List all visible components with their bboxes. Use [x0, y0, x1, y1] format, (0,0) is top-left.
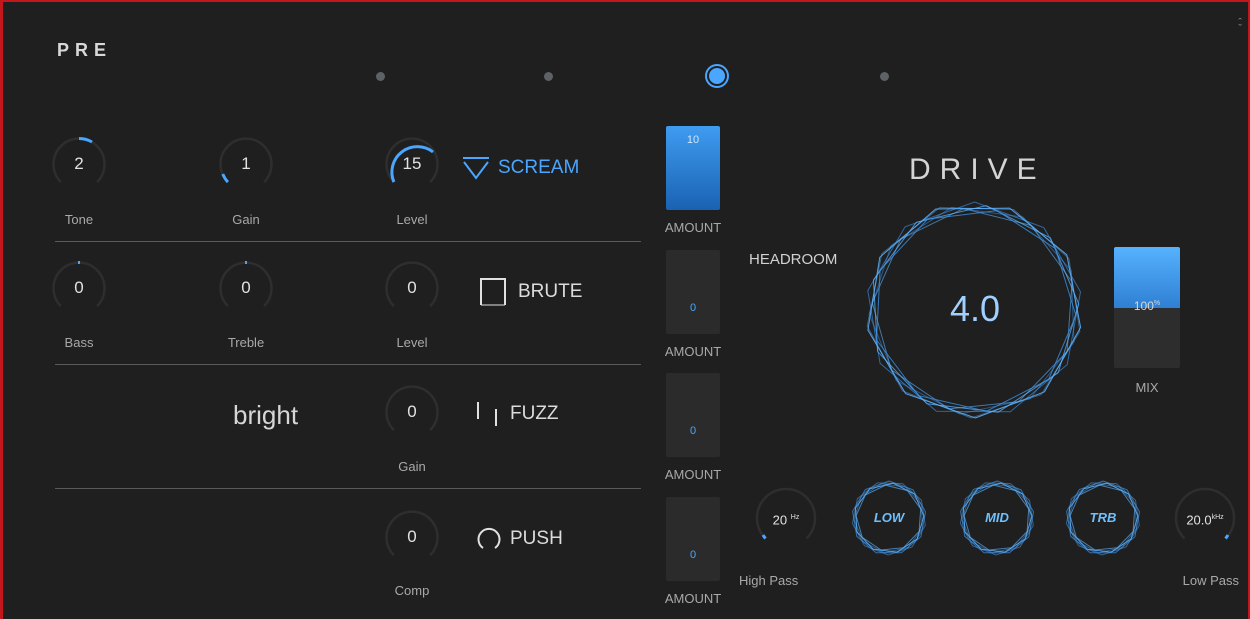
- level-label: Level: [396, 212, 428, 227]
- high-pass-unit: Hz: [790, 514, 800, 521]
- bright-toggle[interactable]: bright: [233, 400, 298, 431]
- drive-title: DRIVE: [909, 153, 1046, 186]
- level-label-2: Level: [396, 335, 428, 350]
- trb-band-button[interactable]: TRB: [1063, 478, 1143, 558]
- bars-icon: [477, 402, 497, 426]
- amount-slider-2[interactable]: 0: [666, 250, 720, 334]
- low-band-label: LOW: [873, 510, 905, 525]
- amount-value-2: 0: [689, 302, 697, 314]
- low-pass-unit: kHz: [1211, 514, 1224, 521]
- page-dot-2[interactable]: [544, 72, 553, 81]
- amount-label-1: AMOUNT: [664, 220, 722, 235]
- amount-value-4: 0: [689, 549, 697, 561]
- level-value-2: 0: [407, 278, 417, 297]
- triangle-down-icon: [463, 157, 489, 180]
- treble-knob[interactable]: 0: [216, 258, 276, 318]
- fuzz-gain-label: Gain: [398, 459, 426, 474]
- gain-value: 1: [241, 154, 251, 173]
- collapse-icon[interactable]: ˆˇ: [1238, 18, 1242, 35]
- tone-value: 2: [74, 154, 84, 173]
- mid-band-button[interactable]: MID: [957, 478, 1037, 558]
- mix-value: 100%: [1114, 299, 1180, 313]
- amount-slider-4[interactable]: 0: [666, 497, 720, 581]
- treble-value: 0: [241, 278, 251, 297]
- low-pass-knob[interactable]: 20.0kHz: [1171, 484, 1239, 552]
- scream-label: SCREAM: [498, 157, 580, 178]
- tone-label: Tone: [64, 212, 94, 227]
- comp-value: 0: [407, 527, 417, 546]
- fuzz-label: FUZZ: [510, 403, 559, 424]
- brute-label: BRUTE: [518, 281, 583, 302]
- page-dot-4[interactable]: [880, 72, 889, 81]
- low-pass-label: Low Pass: [1182, 573, 1239, 588]
- low-pass-number: 20.0: [1186, 512, 1212, 528]
- row-divider: [55, 241, 641, 242]
- page-dot-3[interactable]: [709, 68, 725, 84]
- fuzz-mode-button[interactable]: FUZZ: [474, 401, 559, 427]
- scream-mode-button[interactable]: SCREAM: [462, 156, 579, 180]
- low-pass-value: 20.0kHz: [1171, 484, 1239, 552]
- tone-knob[interactable]: 2: [49, 134, 109, 194]
- page-title: PRE: [57, 40, 113, 60]
- comp-knob[interactable]: 0: [382, 507, 442, 567]
- push-mode-button[interactable]: PUSH: [476, 526, 563, 552]
- bass-value: 0: [74, 278, 84, 297]
- level-knob-2[interactable]: 0: [382, 258, 442, 318]
- high-pass-value: 20 Hz: [752, 484, 820, 552]
- amount-slider-3[interactable]: 0: [666, 373, 720, 457]
- mix-slider[interactable]: 100%: [1114, 247, 1180, 368]
- mix-unit: %: [1153, 300, 1161, 307]
- bass-label: Bass: [64, 335, 94, 350]
- level-value: 15: [402, 154, 422, 173]
- fuzz-gain-value: 0: [407, 402, 417, 421]
- amount-label-3: AMOUNT: [664, 467, 722, 482]
- high-pass-label: High Pass: [739, 573, 799, 588]
- plugin-window: PRE ˆˇ 2 Tone 1 Gain 15 Level SCREAM 10 …: [0, 0, 1250, 619]
- gain-label: Gain: [232, 212, 260, 227]
- push-label: PUSH: [510, 528, 563, 549]
- high-pass-number: 20: [772, 512, 788, 528]
- amount-value-3: 0: [689, 425, 697, 437]
- brute-mode-button[interactable]: BRUTE: [480, 278, 582, 306]
- square-icon: [480, 278, 506, 306]
- ring-icon: [477, 527, 501, 549]
- treble-label: Treble: [227, 335, 265, 350]
- page-dot-1[interactable]: [376, 72, 385, 81]
- amount-label-2: AMOUNT: [664, 344, 722, 359]
- mix-label: MIX: [1135, 380, 1159, 395]
- amount-label-4: AMOUNT: [664, 591, 722, 606]
- row-divider: [55, 488, 641, 489]
- drive-value: 4.0: [949, 288, 1001, 329]
- gain-knob[interactable]: 1: [216, 134, 276, 194]
- level-knob[interactable]: 15: [382, 134, 442, 194]
- mid-band-label: MID: [985, 510, 1009, 525]
- comp-label: Comp: [394, 583, 430, 598]
- amount-value-1: 10: [686, 134, 700, 146]
- bass-knob[interactable]: 0: [49, 258, 109, 318]
- headroom-label: HEADROOM: [749, 251, 838, 268]
- fuzz-gain-knob[interactable]: 0: [382, 382, 442, 442]
- low-band-button[interactable]: LOW: [849, 478, 929, 558]
- mix-number: 100: [1133, 299, 1154, 313]
- trb-band-label: TRB: [1089, 510, 1117, 525]
- amount-slider-1[interactable]: 10: [666, 126, 720, 210]
- row-divider: [55, 364, 641, 365]
- high-pass-knob[interactable]: 20 Hz: [752, 484, 820, 552]
